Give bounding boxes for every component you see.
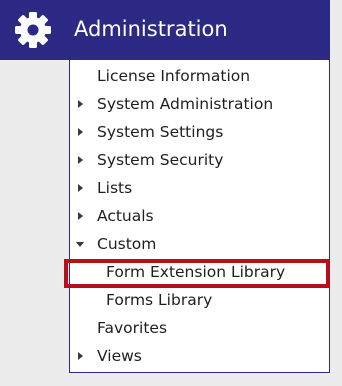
menu-item-label: System Security <box>97 151 224 169</box>
menu-item-system-security[interactable]: System Security <box>70 146 329 174</box>
caret-down-icon <box>76 242 84 247</box>
caret-right-icon <box>78 128 83 136</box>
menu-item-lists[interactable]: Lists <box>70 174 329 202</box>
menu-item-label: System Settings <box>97 123 224 141</box>
menu-item-label: System Administration <box>97 95 274 113</box>
menu-item-label: Favorites <box>97 319 168 337</box>
caret-right-icon <box>78 100 83 108</box>
caret-right-icon <box>78 184 83 192</box>
caret-right-icon <box>78 212 83 220</box>
menu-item-custom[interactable]: Custom <box>70 230 329 258</box>
admin-header[interactable]: Administration <box>0 0 330 60</box>
caret-right-icon <box>78 156 83 164</box>
caret-right-icon <box>78 352 83 360</box>
menu-item-actuals[interactable]: Actuals <box>70 202 329 230</box>
menu-item-label: Views <box>97 347 142 365</box>
header-title: Administration <box>74 17 228 41</box>
menu-item-system-settings[interactable]: System Settings <box>70 118 329 146</box>
menu-item-label: License Information <box>97 67 251 85</box>
menu-item-system-administration[interactable]: System Administration <box>70 90 329 118</box>
menu-item-forms-library[interactable]: Forms Library <box>70 286 329 314</box>
menu-item-license-information[interactable]: License Information <box>70 62 329 90</box>
menu-item-label: Custom <box>97 235 157 253</box>
menu-item-label: Lists <box>97 179 133 197</box>
menu-item-label: Forms Library <box>106 291 213 309</box>
admin-menu: License Information System Administratio… <box>69 60 330 373</box>
menu-item-favorites[interactable]: Favorites <box>70 314 329 342</box>
gear-icon <box>15 12 51 48</box>
menu-item-views[interactable]: Views <box>70 342 329 370</box>
menu-item-label: Actuals <box>97 207 154 225</box>
highlight-box <box>64 259 330 288</box>
